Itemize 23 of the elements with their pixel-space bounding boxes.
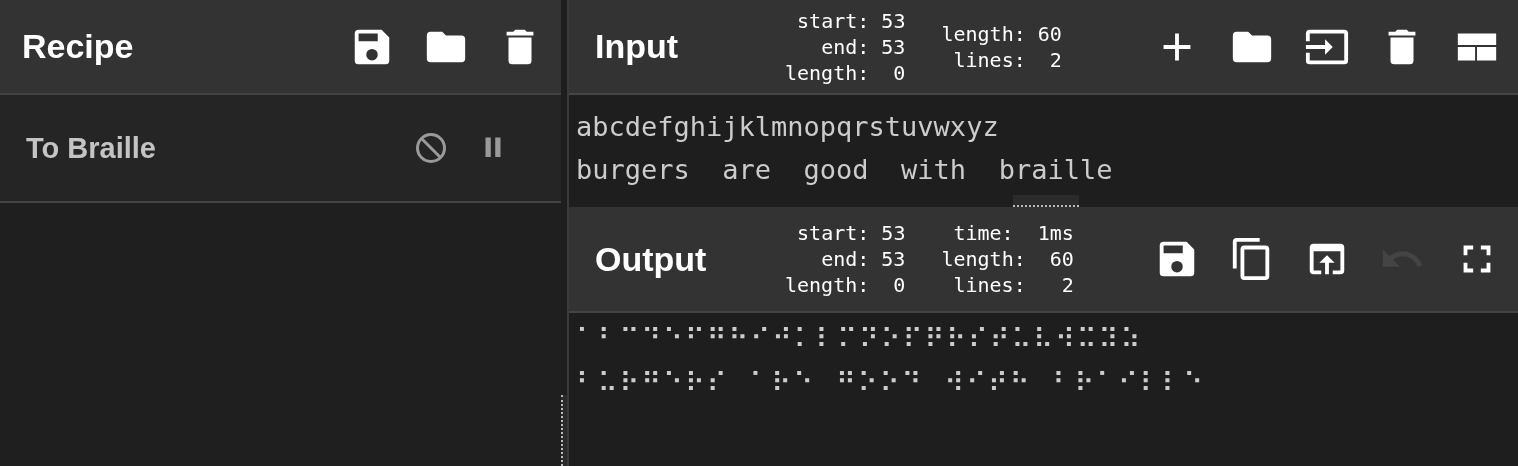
- stat-text: end: 53: [821, 33, 906, 60]
- stat-text: lines: 2: [953, 272, 1074, 298]
- resize-handle[interactable]: [1013, 195, 1079, 207]
- stat-text: length: 0: [785, 59, 906, 86]
- input-line: burgers are good with braille: [576, 153, 1114, 187]
- stat-text: start: 53: [797, 7, 906, 34]
- recipe-operation[interactable]: To Braille: [0, 95, 561, 203]
- operation-name: To Braille: [26, 131, 157, 165]
- output-line: ⠃⠥⠗⠛⠑⠗⠎ ⠁⠗⠑ ⠛⠕⠕⠙ ⠺⠊⠞⠓ ⠃⠗⠁⠊⠇⠇⠑: [576, 366, 1207, 400]
- output-title: Output: [594, 239, 708, 279]
- stat-text: start: 53: [797, 220, 906, 246]
- stat-text: length: 0: [785, 272, 906, 298]
- recipe-title: Recipe: [22, 27, 135, 66]
- stat-text: end: 53: [821, 246, 906, 272]
- disable-icon[interactable]: [413, 130, 449, 166]
- input-title: Input: [594, 27, 680, 66]
- resize-handle[interactable]: [561, 395, 567, 466]
- stat-text: length: 60: [941, 20, 1062, 47]
- output-line: ⠁⠃⠉⠙⠑⠋⠛⠓⠊⠚⠅⠇⠍⠝⠕⠏⠟⠗⠎⠞⠥⠧⠺⠭⠽⠵: [576, 322, 1144, 356]
- input-line: abcdefghijklmnopqrstuvwxyz: [576, 110, 1000, 144]
- stat-text: time: 1ms: [953, 220, 1074, 246]
- stat-text: lines: 2: [953, 46, 1062, 73]
- stat-text: length: 60: [941, 246, 1074, 272]
